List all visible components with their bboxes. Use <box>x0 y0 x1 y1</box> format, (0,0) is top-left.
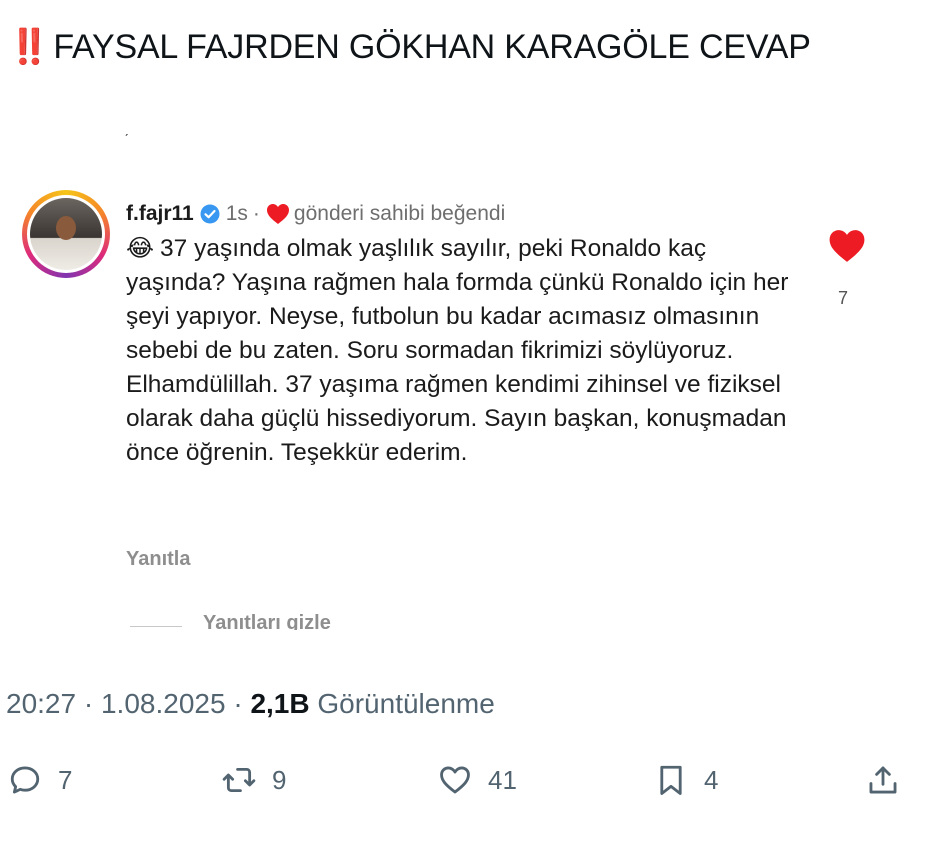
retweet-icon <box>222 767 256 793</box>
stamp-dot: · <box>83 688 94 719</box>
tweet-date[interactable]: 1.08.2025 <box>101 688 226 719</box>
reply-link[interactable]: Yanıtla <box>126 548 190 571</box>
author-liked-label: gönderi sahibi beğendi <box>293 202 506 225</box>
hide-replies-divider <box>130 626 182 627</box>
tweet-time[interactable]: 20:27 <box>6 688 76 719</box>
laughing-emoji-icon: 😂 <box>126 235 155 262</box>
stray-mark: ˏ <box>124 120 129 136</box>
comment-body: 😂 37 yaşında olmak yaşlılık sayılır, peki… <box>126 232 806 470</box>
reply-button[interactable]: 7 <box>8 760 72 800</box>
reply-icon <box>10 766 40 794</box>
avatar-ring <box>27 195 105 273</box>
hide-replies-link[interactable]: Yanıtları gizle <box>203 612 331 630</box>
comment-like-count: 7 <box>838 288 849 308</box>
like-count: 41 <box>488 764 517 795</box>
share-button[interactable] <box>866 760 900 800</box>
comment-username[interactable]: f.fajr11 <box>126 200 194 228</box>
like-button[interactable]: 41 <box>438 760 517 800</box>
meta-separator: · <box>252 202 260 225</box>
comment-like-heart-icon[interactable] <box>828 228 866 264</box>
bookmark-icon <box>660 765 682 795</box>
avatar-photo <box>30 198 102 270</box>
avatar-head <box>56 216 76 240</box>
tweet-title: ‼️ FAYSAL FAJRDEN GÖKHAN KARAGÖLE CEVAP <box>8 26 811 68</box>
verified-badge-icon <box>200 204 220 224</box>
share-icon <box>869 766 897 794</box>
retweet-button[interactable]: 9 <box>222 760 286 800</box>
stamp-dot: · <box>233 688 243 719</box>
bookmark-button[interactable]: 4 <box>654 760 718 800</box>
retweet-count: 9 <box>272 764 287 795</box>
views-count: 2,1B <box>250 688 310 719</box>
heart-outline-icon <box>440 766 470 794</box>
reply-count: 7 <box>58 764 73 795</box>
bookmark-count: 4 <box>704 764 719 795</box>
tweet-title-text: FAYSAL FAJRDEN GÖKHAN KARAGÖLE CEVAP <box>53 28 811 66</box>
tweet-timestamp: 20:27 · 1.08.2025 · 2,1B Görüntülenme <box>6 686 495 722</box>
avatar[interactable] <box>22 190 110 278</box>
double-exclamation-icon: ‼️ <box>8 28 50 66</box>
comment-time: 1s <box>225 202 248 225</box>
author-liked-heart-icon <box>266 204 289 224</box>
comment-meta: f.fajr11 1s · gönderi sahibi beğendi <box>126 200 505 228</box>
comment-text: 37 yaşında olmak yaşlılık sayılır, peki … <box>126 235 789 466</box>
views-label: Görüntülenme <box>317 688 495 719</box>
